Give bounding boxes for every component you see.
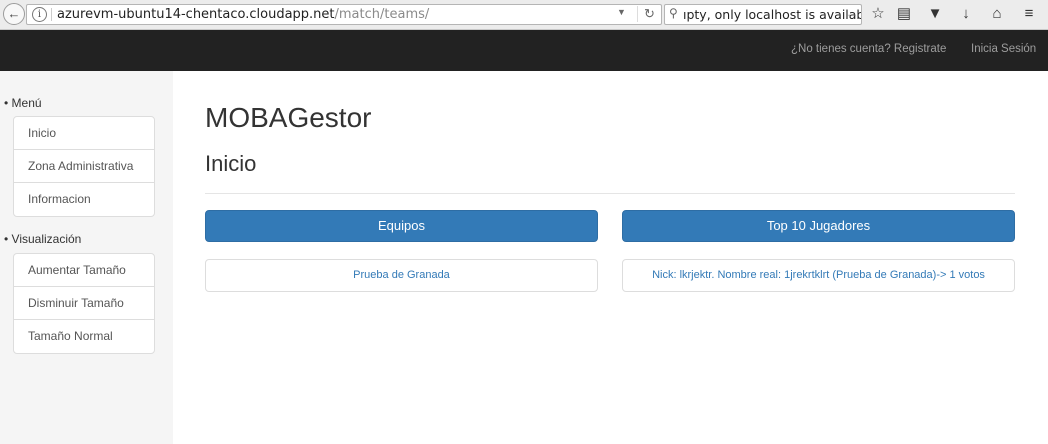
view-list: Aumentar Tamaño Disminuir Tamaño Tamaño … <box>13 253 155 354</box>
reload-icon[interactable]: ↻ <box>637 6 655 22</box>
view-heading: • Visualización <box>4 232 82 246</box>
sidebar: • Menú Inicio Zona Administrativa Inform… <box>0 71 173 444</box>
home-icon[interactable]: ⌂ <box>987 4 1007 24</box>
search-input[interactable]: ⚲ ıpty, only localhost is available → <box>664 4 862 25</box>
sidebar-item-informacion[interactable]: Informacion <box>14 183 154 216</box>
sidebar-item-zona-administrativa[interactable]: Zona Administrativa <box>14 150 154 183</box>
url-path: /match/teams/ <box>334 7 430 22</box>
top-players-button[interactable]: Top 10 Jugadores <box>622 210 1015 242</box>
teams-button[interactable]: Equipos <box>205 210 598 242</box>
sidebar-item-tamano-normal[interactable]: Tamaño Normal <box>14 320 154 353</box>
url-separator <box>51 8 52 21</box>
sidebar-item-disminuir-tamano[interactable]: Disminuir Tamaño <box>14 287 154 320</box>
login-link[interactable]: Inicia Sesión <box>971 43 1036 55</box>
player-list-item[interactable]: Nick: lkrjektr. Nombre real: 1jrekrtklrt… <box>622 259 1015 292</box>
search-icon: ⚲ <box>669 6 678 20</box>
page-title: Inicio <box>205 151 257 176</box>
url-host: azurevm-ubuntu14-chentaco.cloudapp.net <box>57 7 335 22</box>
menu-icon[interactable]: ≡ <box>1019 4 1039 24</box>
team-list-item[interactable]: Prueba de Granada <box>205 259 598 292</box>
sidebar-item-aumentar-tamano[interactable]: Aumentar Tamaño <box>14 254 154 287</box>
address-bar[interactable]: i azurevm-ubuntu14-chentaco.cloudapp.net… <box>26 4 662 25</box>
url-text[interactable]: azurevm-ubuntu14-chentaco.cloudapp.net/m… <box>57 7 429 22</box>
browser-toolbar: ← i azurevm-ubuntu14-chentaco.cloudapp.n… <box>0 0 1048 30</box>
top-navbar: ¿No tienes cuenta? Registrate Inicia Ses… <box>0 30 1048 71</box>
menu-heading: • Menú <box>4 96 42 110</box>
divider <box>205 193 1015 194</box>
menu-list: Inicio Zona Administrativa Informacion <box>13 116 155 217</box>
download-icon[interactable]: ↓ <box>956 4 976 24</box>
search-text: ıpty, only localhost is available <box>683 7 862 22</box>
go-arrow-icon[interactable]: → <box>846 6 858 20</box>
dropdown-arrow-icon[interactable]: ▼ <box>617 7 626 17</box>
pocket-icon[interactable]: ▼ <box>925 4 945 24</box>
sidebar-item-inicio[interactable]: Inicio <box>14 117 154 150</box>
bookmark-star-icon[interactable]: ☆ <box>868 4 888 24</box>
back-arrow-icon[interactable]: ← <box>3 3 25 25</box>
info-icon[interactable]: i <box>32 7 47 22</box>
reading-list-icon[interactable]: ▤ <box>894 4 914 24</box>
site-brand: MOBAGestor <box>205 102 372 133</box>
register-link[interactable]: ¿No tienes cuenta? Registrate <box>791 43 946 55</box>
